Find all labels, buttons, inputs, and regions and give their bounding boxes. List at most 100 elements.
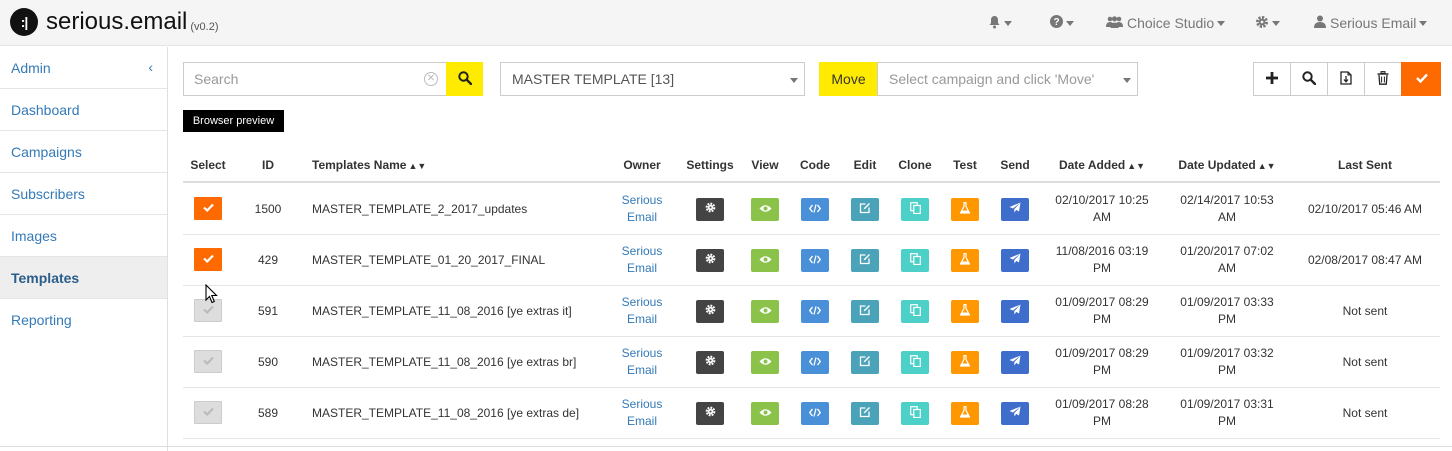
search-button[interactable] <box>446 62 483 96</box>
sidebar-item-dashboard[interactable]: Dashboard <box>0 89 167 131</box>
browser-preview-button[interactable]: Browser preview <box>183 110 284 132</box>
sidebar-item-templates[interactable]: Templates <box>0 257 167 299</box>
row-test-button[interactable] <box>951 299 979 323</box>
view-icon <box>759 202 772 216</box>
row-send-button[interactable] <box>1001 197 1029 221</box>
row-view-button[interactable] <box>751 299 779 323</box>
row-divider <box>183 234 1440 235</box>
row-edit-button[interactable] <box>851 401 879 425</box>
row-clone-button[interactable] <box>901 350 929 374</box>
row-send-button[interactable] <box>1001 248 1029 272</box>
row-settings-button[interactable] <box>696 401 724 425</box>
user-icon <box>1314 15 1326 31</box>
date-updated-line-1: 02/14/2017 10:53 <box>1180 192 1274 207</box>
row-code-button[interactable] <box>801 401 829 425</box>
row-select-checkbox[interactable] <box>194 349 222 373</box>
delete-button[interactable] <box>1364 62 1401 96</box>
row-code-button[interactable] <box>801 197 829 221</box>
sort-icon: ▲▼ <box>1257 161 1276 171</box>
row-send-button[interactable] <box>1001 401 1029 425</box>
template-folder-select[interactable]: MASTER TEMPLATE [13] <box>500 62 805 96</box>
column-header-date-added[interactable]: Date Added ▲▼ <box>1047 158 1157 172</box>
chevron-down-icon <box>1217 20 1226 26</box>
row-edit-button[interactable] <box>851 299 879 323</box>
row-test-button[interactable] <box>951 248 979 272</box>
export-button[interactable] <box>1327 62 1364 96</box>
row-last-sent: Not sent <box>1342 303 1388 318</box>
row-test-button[interactable] <box>951 401 979 425</box>
gear-icon <box>1255 15 1269 32</box>
collapse-icon[interactable]: ‹ <box>148 59 153 75</box>
date-updated-line-1: 01/09/2017 03:31 <box>1180 396 1274 411</box>
row-edit-button[interactable] <box>851 248 879 272</box>
row-send-button[interactable] <box>1001 299 1029 323</box>
notifications-menu[interactable] <box>988 0 1012 46</box>
clone-icon <box>909 303 921 319</box>
date-added-line-1: 01/09/2017 08:29 <box>1055 294 1149 309</box>
team-menu[interactable]: Choice Studio <box>1106 0 1226 46</box>
row-clone-button[interactable] <box>901 401 929 425</box>
row-owner-link[interactable]: Serious Email <box>612 192 672 226</box>
row-test-button[interactable] <box>951 197 979 221</box>
row-owner-link[interactable]: Serious Email <box>612 396 672 430</box>
settings-icon <box>705 202 716 216</box>
row-date-added: 01/09/2017 08:29 PM <box>1042 345 1162 379</box>
column-header-name[interactable]: Templates Name ▲▼ <box>312 158 426 172</box>
add-button[interactable] <box>1253 62 1290 96</box>
row-test-button[interactable] <box>951 350 979 374</box>
row-clone-button[interactable] <box>901 248 929 272</box>
row-owner-link[interactable]: Serious Email <box>612 345 672 379</box>
row-edit-button[interactable] <box>851 350 879 374</box>
row-select-checkbox[interactable] <box>194 247 222 271</box>
row-clone-button[interactable] <box>901 299 929 323</box>
sidebar-item-images[interactable]: Images <box>0 215 167 257</box>
row-view-button[interactable] <box>751 248 779 272</box>
row-owner-link[interactable]: Serious Email <box>612 294 672 328</box>
user-menu[interactable]: Serious Email <box>1314 0 1428 46</box>
row-view-button[interactable] <box>751 350 779 374</box>
column-header-date-updated[interactable]: Date Updated ▲▼ <box>1172 158 1282 172</box>
sidebar-item-subscribers[interactable]: Subscribers <box>0 173 167 215</box>
row-select-checkbox[interactable] <box>194 400 222 424</box>
row-settings-button[interactable] <box>696 248 724 272</box>
row-code-button[interactable] <box>801 248 829 272</box>
row-view-button[interactable] <box>751 197 779 221</box>
settings-menu[interactable] <box>1255 0 1280 46</box>
test-icon <box>959 354 971 370</box>
row-date-added: 01/09/2017 08:28 PM <box>1042 396 1162 430</box>
date-updated-line-1: 01/20/2017 07:02 <box>1180 243 1274 258</box>
sidebar-item-admin[interactable]: Admin ‹ <box>0 47 167 89</box>
column-header-name-label: Templates Name <box>312 158 407 172</box>
row-settings-button[interactable] <box>696 197 724 221</box>
campaign-select[interactable]: Select campaign and click 'Move' <box>877 62 1138 96</box>
row-send-button[interactable] <box>1001 350 1029 374</box>
row-settings-button[interactable] <box>696 350 724 374</box>
row-code-button[interactable] <box>801 299 829 323</box>
sidebar-item-campaigns[interactable]: Campaigns <box>0 131 167 173</box>
date-updated-line-2: AM <box>1218 209 1236 224</box>
owner-first-line: Serious <box>621 294 663 309</box>
app-logo[interactable]: :| serious.email (v0.2) <box>10 8 219 36</box>
help-menu[interactable]: ? <box>1050 0 1074 46</box>
row-last-sent: Not sent <box>1342 354 1388 369</box>
row-clone-button[interactable] <box>901 197 929 221</box>
clear-icon[interactable]: ✕ <box>424 72 438 86</box>
row-edit-button[interactable] <box>851 197 879 221</box>
check-icon <box>202 201 214 215</box>
column-header-clone: Clone <box>898 158 932 172</box>
clone-icon <box>909 405 921 421</box>
code-icon <box>808 355 822 369</box>
search-input[interactable] <box>184 63 414 95</box>
date-added-line-2: AM <box>1093 209 1111 224</box>
confirm-button[interactable] <box>1401 62 1441 96</box>
move-button[interactable]: Move <box>819 62 878 96</box>
row-owner-link[interactable]: Serious Email <box>612 243 672 277</box>
sidebar-item-reporting[interactable]: Reporting <box>0 299 167 341</box>
row-code-button[interactable] <box>801 350 829 374</box>
search-templates-button[interactable] <box>1290 62 1327 96</box>
check-icon <box>1415 72 1428 86</box>
row-settings-button[interactable] <box>696 299 724 323</box>
row-select-checkbox[interactable] <box>194 196 222 220</box>
row-view-button[interactable] <box>751 401 779 425</box>
search-field: ✕ <box>183 62 446 96</box>
